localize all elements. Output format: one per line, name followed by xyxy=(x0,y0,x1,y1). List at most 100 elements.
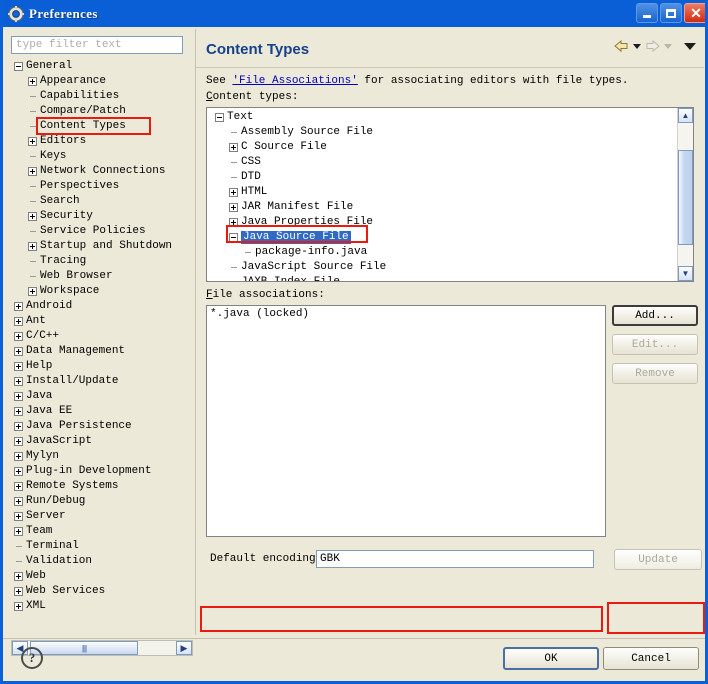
tree-item[interactable]: C/C++ xyxy=(11,329,191,344)
tree-item[interactable]: Run/Debug xyxy=(11,494,191,509)
tree-item[interactable]: DTD xyxy=(211,170,677,185)
expand-plus-icon[interactable] xyxy=(28,242,37,251)
expand-plus-icon[interactable] xyxy=(28,287,37,296)
expand-plus-icon[interactable] xyxy=(14,437,23,446)
tree-item[interactable]: XML xyxy=(11,599,191,614)
minimize-button[interactable] xyxy=(636,3,658,23)
tree-item[interactable]: Workspace xyxy=(11,284,191,299)
tree-item[interactable]: Data Management xyxy=(11,344,191,359)
tree-item[interactable]: Appearance xyxy=(11,74,191,89)
tree-item[interactable]: Startup and Shutdown xyxy=(11,239,191,254)
tree-item[interactable]: General xyxy=(11,59,191,74)
expand-plus-icon[interactable] xyxy=(14,407,23,416)
expand-plus-icon[interactable] xyxy=(14,332,23,341)
expand-plus-icon[interactable] xyxy=(229,188,238,197)
tree-item[interactable]: Mylyn xyxy=(11,449,191,464)
expand-plus-icon[interactable] xyxy=(14,482,23,491)
back-menu-chevron-down-icon[interactable] xyxy=(633,44,641,49)
tree-item[interactable]: Compare/Patch xyxy=(11,104,191,119)
tree-item[interactable]: C Source File xyxy=(211,140,677,155)
expand-plus-icon[interactable] xyxy=(28,77,37,86)
tree-item[interactable]: JAR Manifest File xyxy=(211,200,677,215)
back-arrow-icon[interactable] xyxy=(613,39,630,54)
content-types-vscrollbar[interactable]: ▲ ▼ xyxy=(677,108,693,281)
list-item[interactable]: *.java (locked) xyxy=(210,308,605,320)
tree-item[interactable]: Remote Systems xyxy=(11,479,191,494)
tree-item[interactable]: Java Source File xyxy=(211,230,677,245)
scroll-down-icon[interactable]: ▼ xyxy=(678,266,693,281)
expand-plus-icon[interactable] xyxy=(14,377,23,386)
expand-plus-icon[interactable] xyxy=(14,422,23,431)
expand-plus-icon[interactable] xyxy=(14,572,23,581)
tree-item[interactable]: Install/Update xyxy=(11,374,191,389)
tree-item[interactable]: Web xyxy=(11,569,191,584)
tree-item[interactable]: Assembly Source File xyxy=(211,125,677,140)
expand-plus-icon[interactable] xyxy=(14,602,23,611)
tree-item[interactable]: Text xyxy=(211,110,677,125)
expand-plus-icon[interactable] xyxy=(14,362,23,371)
expand-plus-icon[interactable] xyxy=(14,497,23,506)
hscroll-track[interactable]: |||| xyxy=(28,641,176,655)
tree-item[interactable]: Plug-in Development xyxy=(11,464,191,479)
expand-plus-icon[interactable] xyxy=(229,203,238,212)
tree-item[interactable]: Network Connections xyxy=(11,164,191,179)
tree-item[interactable]: Capabilities xyxy=(11,89,191,104)
tree-item[interactable]: Web Services xyxy=(11,584,191,599)
preference-tree[interactable]: General Appearance Capabilities Compare/Pat… xyxy=(11,59,191,637)
expand-plus-icon[interactable] xyxy=(28,212,37,221)
tree-item[interactable]: Java EE xyxy=(11,404,191,419)
hscroll-thumb[interactable]: |||| xyxy=(30,641,138,655)
close-button[interactable]: ✕ xyxy=(684,3,705,23)
expand-plus-icon[interactable] xyxy=(14,512,23,521)
tree-item[interactable]: Java xyxy=(11,389,191,404)
tree-item[interactable]: Java Properties File xyxy=(211,215,677,230)
content-types-tree[interactable]: Text Assembly Source File C Source File CSS… xyxy=(207,108,677,281)
expand-plus-icon[interactable] xyxy=(28,137,37,146)
help-question-icon[interactable]: ? xyxy=(21,647,43,669)
tree-item[interactable]: package-info.java xyxy=(211,245,677,260)
view-menu-chevron-icon[interactable] xyxy=(684,43,696,50)
tree-item[interactable]: Perspectives xyxy=(11,179,191,194)
collapse-minus-icon[interactable] xyxy=(14,62,23,71)
tree-item[interactable]: HTML xyxy=(211,185,677,200)
expand-plus-icon[interactable] xyxy=(229,218,238,227)
cancel-button[interactable]: Cancel xyxy=(603,647,699,670)
file-associations-link[interactable]: 'File Associations' xyxy=(232,75,357,87)
tree-item[interactable]: JavaScript xyxy=(11,434,191,449)
file-associations-list[interactable]: *.java (locked) xyxy=(206,305,606,537)
expand-plus-icon[interactable] xyxy=(14,347,23,356)
expand-plus-icon[interactable] xyxy=(14,302,23,311)
tree-item[interactable]: CSS xyxy=(211,155,677,170)
tree-item[interactable]: Terminal xyxy=(11,539,191,554)
tree-item[interactable]: Tracing xyxy=(11,254,191,269)
tree-item[interactable]: Content Types xyxy=(11,119,191,134)
tree-item[interactable]: Service Policies xyxy=(11,224,191,239)
expand-plus-icon[interactable] xyxy=(229,143,238,152)
default-encoding-input[interactable] xyxy=(316,550,594,568)
expand-plus-icon[interactable] xyxy=(14,527,23,536)
expand-plus-icon[interactable] xyxy=(28,167,37,176)
tree-item[interactable]: Editors xyxy=(11,134,191,149)
tree-item[interactable]: Ant xyxy=(11,314,191,329)
tree-item[interactable]: Security xyxy=(11,209,191,224)
tree-item[interactable]: JAXB Index File xyxy=(211,275,677,281)
tree-item[interactable]: Server xyxy=(11,509,191,524)
expand-plus-icon[interactable] xyxy=(14,587,23,596)
filter-input[interactable] xyxy=(11,36,183,54)
vscroll-thumb[interactable] xyxy=(678,150,693,245)
tree-item[interactable]: Team xyxy=(11,524,191,539)
add-button[interactable]: Add... xyxy=(612,305,698,326)
expand-plus-icon[interactable] xyxy=(14,317,23,326)
tree-item[interactable]: Search xyxy=(11,194,191,209)
expand-plus-icon[interactable] xyxy=(14,452,23,461)
scroll-up-icon[interactable]: ▲ xyxy=(678,108,693,123)
collapse-minus-icon[interactable] xyxy=(229,233,238,242)
expand-plus-icon[interactable] xyxy=(14,392,23,401)
scroll-right-icon[interactable]: ▶ xyxy=(176,641,192,655)
collapse-minus-icon[interactable] xyxy=(215,113,224,122)
ok-button[interactable]: OK xyxy=(503,647,599,670)
tree-item[interactable]: Android xyxy=(11,299,191,314)
tree-item[interactable]: Web Browser xyxy=(11,269,191,284)
tree-item[interactable]: Keys xyxy=(11,149,191,164)
tree-item[interactable]: JavaScript Source File xyxy=(211,260,677,275)
